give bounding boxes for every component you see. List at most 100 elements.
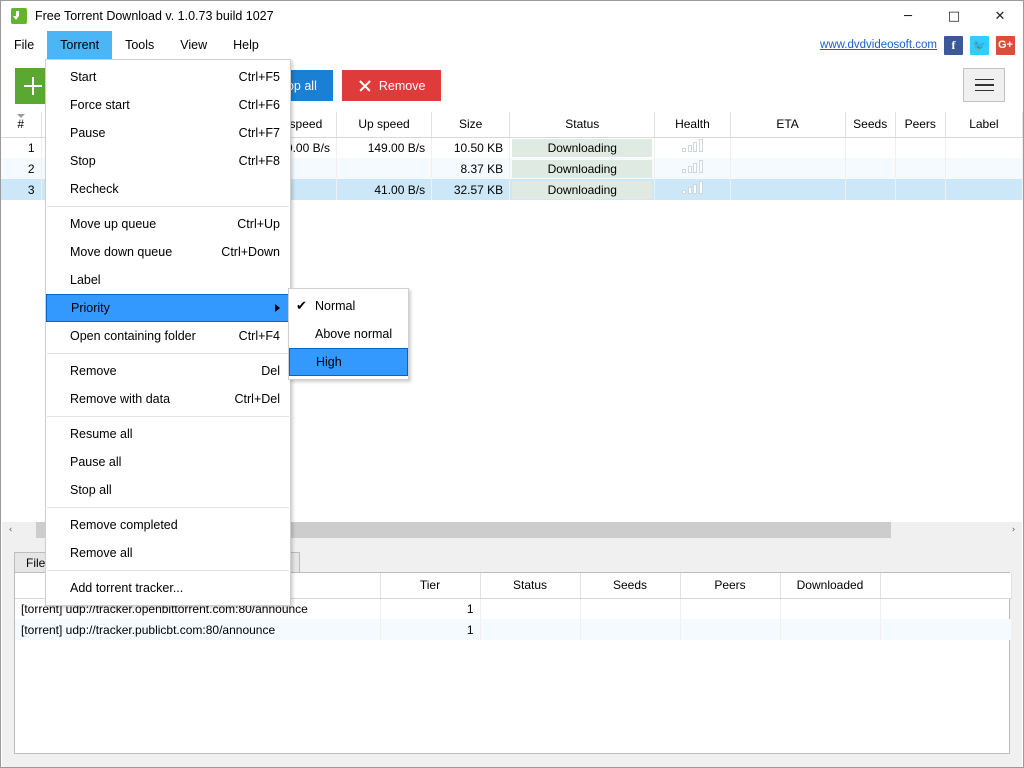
priority-item-normal[interactable]: ✔ Normal [289, 292, 408, 320]
tracker-column-header-peers[interactable]: Peers [680, 573, 781, 599]
cell-num: 3 [1, 179, 42, 200]
chevron-right-icon [275, 304, 280, 312]
cell-up_speed: 149.00 B/s [336, 137, 433, 158]
health-bars-icon [682, 160, 703, 173]
menu-item-recheck[interactable]: Recheck [46, 175, 290, 203]
menu-item-label: Resume all [70, 427, 133, 441]
cell-size: 10.50 KB [431, 137, 511, 158]
menu-item-start[interactable]: Start Ctrl+F5 [46, 63, 290, 91]
menu-item-pause[interactable]: Pause Ctrl+F7 [46, 119, 290, 147]
column-header-label: Seeds [612, 578, 648, 593]
column-header-label: Peers [904, 117, 936, 132]
menu-item-remove-with-data[interactable]: Remove with data Ctrl+Del [46, 385, 290, 413]
remove-button[interactable]: Remove [341, 70, 442, 101]
twitter-icon[interactable]: 🐦 [970, 35, 989, 55]
column-header-up-speed[interactable]: Up speed [336, 112, 433, 138]
cell-peers [895, 137, 946, 158]
tracker-column-header-blank[interactable] [880, 573, 1012, 599]
column-header-size[interactable]: Size [431, 112, 511, 138]
facebook-icon[interactable]: f [944, 35, 963, 55]
column-header-health[interactable]: Health [654, 112, 731, 138]
menu-item-priority[interactable]: Priority [46, 294, 290, 322]
tracker-column-header-downloaded[interactable]: Downloaded [780, 573, 881, 599]
cell-eta [730, 179, 846, 200]
column-header-status[interactable]: Status [509, 112, 656, 138]
priority-item-high[interactable]: High [289, 348, 408, 376]
column-header-eta[interactable]: ETA [730, 112, 846, 138]
menu-item-stop-all[interactable]: Stop all [46, 476, 290, 504]
list-item[interactable]: [torrent] udp://tracker.publicbt.com:80/… [15, 619, 1012, 640]
menu-item-shortcut: Ctrl+Down [221, 245, 280, 259]
menu-separator [47, 353, 289, 354]
menu-item-remove-all[interactable]: Remove all [46, 539, 290, 567]
tracker-cell-downloaded [780, 598, 881, 619]
tracker-cell-blank [880, 598, 1012, 619]
app-logo-icon [11, 8, 27, 24]
website-link[interactable]: www.dvdvideosoft.com [820, 39, 937, 51]
menu-item-label: Label [70, 273, 101, 287]
tracker-column-header-status[interactable]: Status [480, 573, 581, 599]
tracker-column-header-seeds[interactable]: Seeds [580, 573, 681, 599]
priority-item-above-normal[interactable]: Above normal [289, 320, 408, 348]
column-header--[interactable]: # [1, 112, 42, 138]
minimize-button[interactable]: ─ [885, 1, 931, 31]
cell-health [654, 137, 731, 158]
tracker-cell-tier: 1 [380, 619, 481, 640]
priority-submenu[interactable]: ✔ Normal Above normal High [288, 288, 409, 380]
menu-help[interactable]: Help [220, 31, 272, 59]
googleplus-icon[interactable]: G+ [996, 35, 1015, 55]
menu-view[interactable]: View [167, 31, 220, 59]
menu-item-shortcut: Del [261, 364, 280, 378]
menu-item-label: Remove all [70, 546, 133, 560]
column-header-peers[interactable]: Peers [895, 112, 946, 138]
status-badge: Downloading [512, 180, 653, 199]
health-bars-icon [682, 139, 703, 153]
menu-torrent[interactable]: Torrent [47, 31, 113, 59]
hamburger-menu-button[interactable] [963, 68, 1005, 102]
sort-caret-icon [16, 114, 25, 118]
cell-num: 2 [1, 158, 42, 179]
menu-item-move-down-queue[interactable]: Move down queue Ctrl+Down [46, 238, 290, 266]
menu-item-shortcut: Ctrl+Del [234, 392, 281, 406]
cell-size: 8.37 KB [431, 158, 511, 179]
menu-item-stop[interactable]: Stop Ctrl+F8 [46, 147, 290, 175]
column-header-label: ETA [776, 117, 799, 132]
column-header-label: Size [458, 117, 483, 132]
menu-item-label[interactable]: Label [46, 266, 290, 294]
torrent-dropdown-menu[interactable]: Start Ctrl+F5 Force start Ctrl+F6 Pause Ctrl+… [45, 59, 291, 606]
menu-file[interactable]: File [1, 31, 47, 59]
menu-item-open-containing-folder[interactable]: Open containing folder Ctrl+F4 [46, 322, 290, 350]
menu-item-shortcut: Ctrl+F4 [238, 329, 280, 343]
menu-item-remove-completed[interactable]: Remove completed [46, 511, 290, 539]
window-title: Free Torrent Download v. 1.0.73 build 10… [35, 9, 274, 23]
menu-tools[interactable]: Tools [112, 31, 167, 59]
column-header-label[interactable]: Label [945, 112, 1023, 138]
cell-seeds [845, 179, 896, 200]
maximize-button[interactable]: □ [931, 1, 977, 31]
cell-eta [730, 137, 846, 158]
close-button[interactable]: ✕ [977, 1, 1023, 31]
menu-item-move-up-queue[interactable]: Move up queue Ctrl+Up [46, 210, 290, 238]
cell-peers [895, 158, 946, 179]
scroll-left-arrow-icon[interactable]: ‹ [2, 522, 19, 538]
column-header-label: Downloaded [796, 578, 864, 593]
tracker-column-header-tier[interactable]: Tier [380, 573, 481, 599]
menu-item-label: Stop [70, 154, 96, 168]
column-header-label: Seeds [853, 117, 888, 132]
column-header-seeds[interactable]: Seeds [845, 112, 896, 138]
menu-item-add-torrent-tracker[interactable]: Add torrent tracker... [46, 574, 290, 602]
status-badge: Downloading [512, 138, 653, 157]
menu-item-force-start[interactable]: Force start Ctrl+F6 [46, 91, 290, 119]
tracker-cell-name: [torrent] udp://tracker.publicbt.com:80/… [15, 619, 381, 640]
scroll-right-arrow-icon[interactable]: › [1005, 522, 1022, 538]
column-header-label: Health [675, 117, 710, 132]
tracker-cell-blank [880, 619, 1012, 640]
cell-status: Downloading [509, 179, 656, 200]
menu-item-label: Recheck [70, 182, 119, 196]
tracker-cell-seeds [580, 619, 681, 640]
column-header-label: Up speed [358, 117, 410, 132]
menu-item-remove[interactable]: Remove Del [46, 357, 290, 385]
tracker-cell-status [480, 598, 581, 619]
menu-item-pause-all[interactable]: Pause all [46, 448, 290, 476]
menu-item-resume-all[interactable]: Resume all [46, 420, 290, 448]
